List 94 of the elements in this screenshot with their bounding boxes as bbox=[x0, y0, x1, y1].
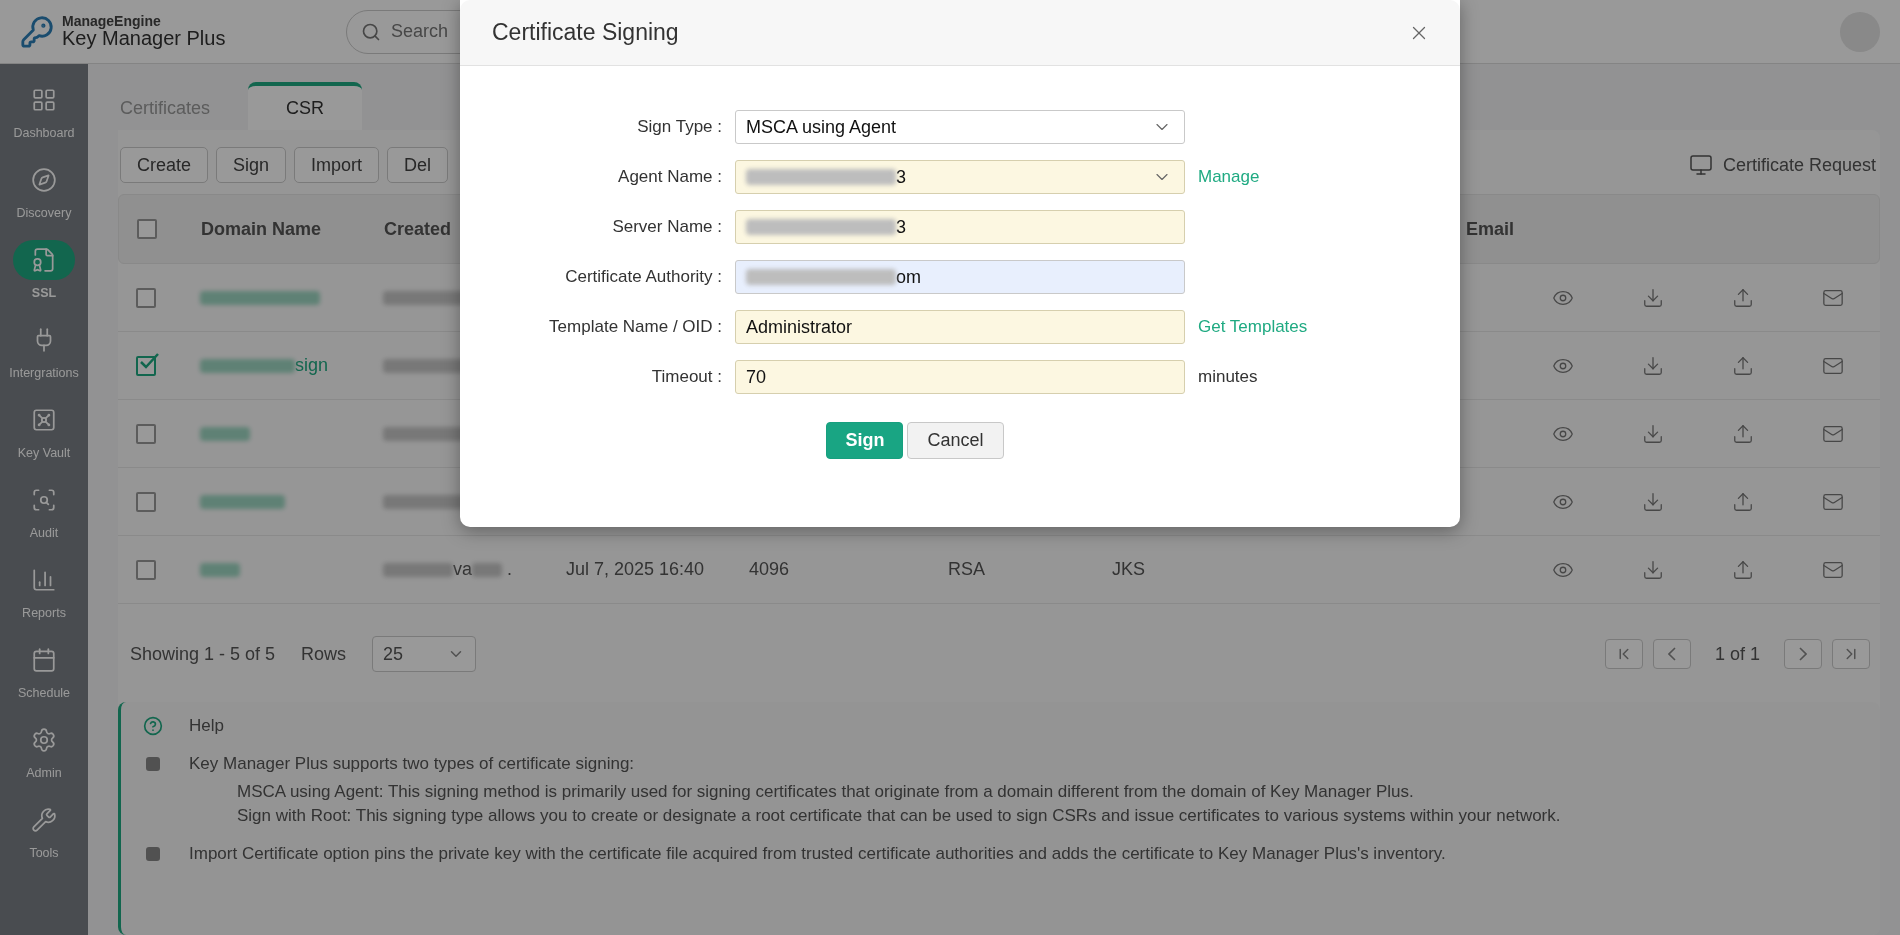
toolbar-button[interactable]: Create bbox=[120, 147, 209, 183]
bullet-marker bbox=[146, 757, 160, 771]
toolbar-button[interactable]: Del bbox=[387, 147, 449, 183]
toolbar-button[interactable]: Sign bbox=[216, 147, 287, 183]
sidebar-item[interactable]: Dashboard bbox=[0, 70, 88, 150]
sidebar-item[interactable]: Admin bbox=[0, 710, 88, 790]
sidebar-item[interactable]: Intergrations bbox=[0, 310, 88, 390]
sidebar-item[interactable]: SSL bbox=[0, 230, 88, 310]
unit-label: minutes bbox=[1198, 367, 1258, 386]
field-label: Server Name : bbox=[611, 217, 722, 237]
help-text: Key Manager Plus supports two types of certificate signing: bbox=[189, 754, 635, 774]
blurred-text bbox=[200, 562, 240, 577]
download-icon[interactable] bbox=[1642, 422, 1664, 445]
sidebar-item[interactable]: Audit bbox=[0, 470, 88, 550]
table-cell: va bbox=[453, 559, 472, 580]
sidebar-item[interactable]: Key Vault bbox=[0, 390, 88, 470]
audit-icon bbox=[31, 487, 57, 513]
chevron-right-icon bbox=[1799, 647, 1807, 661]
certificate-request-link[interactable]: Certificate Request bbox=[1688, 153, 1876, 177]
row-checkbox[interactable] bbox=[136, 559, 156, 580]
table-cell: RSA bbox=[948, 559, 985, 580]
blurred-text bbox=[383, 562, 453, 577]
settings-icon bbox=[31, 727, 57, 753]
upload-icon[interactable] bbox=[1732, 558, 1754, 581]
bullet-marker bbox=[146, 847, 160, 861]
help-title: Help bbox=[189, 716, 224, 736]
cancel-button[interactable]: Cancel bbox=[907, 422, 1004, 459]
table-cell: Jul 7, 2025 16:40 bbox=[566, 559, 705, 580]
sidebar-item[interactable]: Tools bbox=[0, 790, 88, 870]
help-icon bbox=[143, 716, 163, 736]
upload-icon[interactable] bbox=[1732, 286, 1754, 309]
field-label: Timeout : bbox=[650, 367, 722, 387]
certificate-icon bbox=[31, 247, 57, 273]
brand-name: Key Manager Plus bbox=[62, 28, 226, 50]
select-field[interactable]: 3 bbox=[735, 160, 1185, 194]
toolbar-button[interactable]: Import bbox=[294, 147, 380, 183]
vault-icon bbox=[31, 407, 57, 433]
input-field[interactable]: 70 bbox=[735, 360, 1185, 394]
compass-icon bbox=[31, 167, 57, 193]
table-cell-text: . bbox=[506, 559, 513, 580]
next-page-button[interactable] bbox=[1784, 639, 1822, 669]
table-cell: 4096 bbox=[749, 559, 790, 580]
column-header[interactable]: Domain Name bbox=[189, 218, 372, 240]
download-icon[interactable] bbox=[1642, 286, 1664, 309]
help-text: Import Certificate option pins the private key with the certificate file acquired from trusted certificate authorities and adds the certificate to Key Manager Plus's inventory. bbox=[189, 844, 1446, 864]
input-field[interactable]: 3 bbox=[735, 210, 1185, 244]
download-icon[interactable] bbox=[1642, 354, 1664, 377]
chart-icon bbox=[31, 567, 57, 593]
sidebar-item[interactable]: Schedule bbox=[0, 630, 88, 710]
calendar-icon bbox=[31, 647, 57, 673]
select-field[interactable]: MSCA using Agent bbox=[735, 110, 1185, 144]
upload-icon[interactable] bbox=[1732, 490, 1754, 513]
upload-icon[interactable] bbox=[1732, 422, 1754, 445]
last-page-button[interactable] bbox=[1832, 639, 1870, 669]
monitor-icon bbox=[1688, 153, 1713, 177]
field-link[interactable]: Get Templates bbox=[1198, 317, 1308, 336]
help-detail: Sign with Root: This signing type allows you to create or designate a root certificate that can be used to sign CSRs and issue certificates to various systems within your network. bbox=[237, 806, 1562, 826]
help-detail: MSCA using Agent: This signing method is primarily used for signing certificates that originate from a domain different from the domain of Key Manager Plus. bbox=[237, 782, 1415, 802]
row-checkbox[interactable] bbox=[136, 287, 156, 308]
download-icon[interactable] bbox=[1642, 490, 1664, 513]
grid-icon bbox=[31, 87, 57, 113]
table-cell: JKS bbox=[1112, 559, 1145, 580]
row-checkbox[interactable] bbox=[136, 423, 156, 444]
search-icon bbox=[361, 21, 381, 42]
field-label: Template Name / OID : bbox=[548, 317, 722, 337]
field-label: Sign Type : bbox=[636, 117, 722, 137]
page-indicator: 1 of 1 bbox=[1713, 643, 1761, 665]
dialog-title: Certificate Signing bbox=[492, 19, 679, 46]
rows-select[interactable]: 25 bbox=[372, 636, 477, 672]
previous-page-button[interactable] bbox=[1652, 639, 1691, 669]
chevron-left-icon bbox=[1667, 647, 1676, 661]
showing-count: Showing 1 - 5 of 5 bbox=[130, 643, 276, 665]
rows-label: Rows bbox=[301, 643, 347, 665]
select-all-checkbox[interactable] bbox=[137, 219, 157, 239]
blurred-text bbox=[472, 562, 502, 577]
input-field[interactable]: om bbox=[735, 260, 1185, 294]
row-checkbox[interactable] bbox=[136, 355, 156, 376]
wrench-icon bbox=[31, 807, 57, 833]
row-checkbox[interactable] bbox=[136, 491, 156, 512]
sign-button[interactable]: Sign bbox=[826, 422, 904, 459]
sidebar-item[interactable]: Reports bbox=[0, 550, 88, 630]
sidebar-item[interactable]: Discovery bbox=[0, 150, 88, 230]
field-label: Certificate Authority : bbox=[564, 267, 722, 287]
brand-vendor: ManageEngine bbox=[62, 13, 162, 29]
input-field[interactable]: Administrator bbox=[735, 310, 1185, 344]
logo-icon bbox=[20, 14, 54, 49]
field-link[interactable]: Manage bbox=[1198, 167, 1260, 186]
blurred-text bbox=[200, 426, 250, 441]
first-page-button[interactable] bbox=[1604, 639, 1643, 669]
tab[interactable]: CSR bbox=[248, 82, 363, 130]
field-label: Agent Name : bbox=[617, 167, 722, 187]
upload-icon[interactable] bbox=[1732, 354, 1754, 377]
domain-link[interactable]: sign bbox=[295, 355, 329, 376]
download-icon[interactable] bbox=[1642, 558, 1664, 581]
